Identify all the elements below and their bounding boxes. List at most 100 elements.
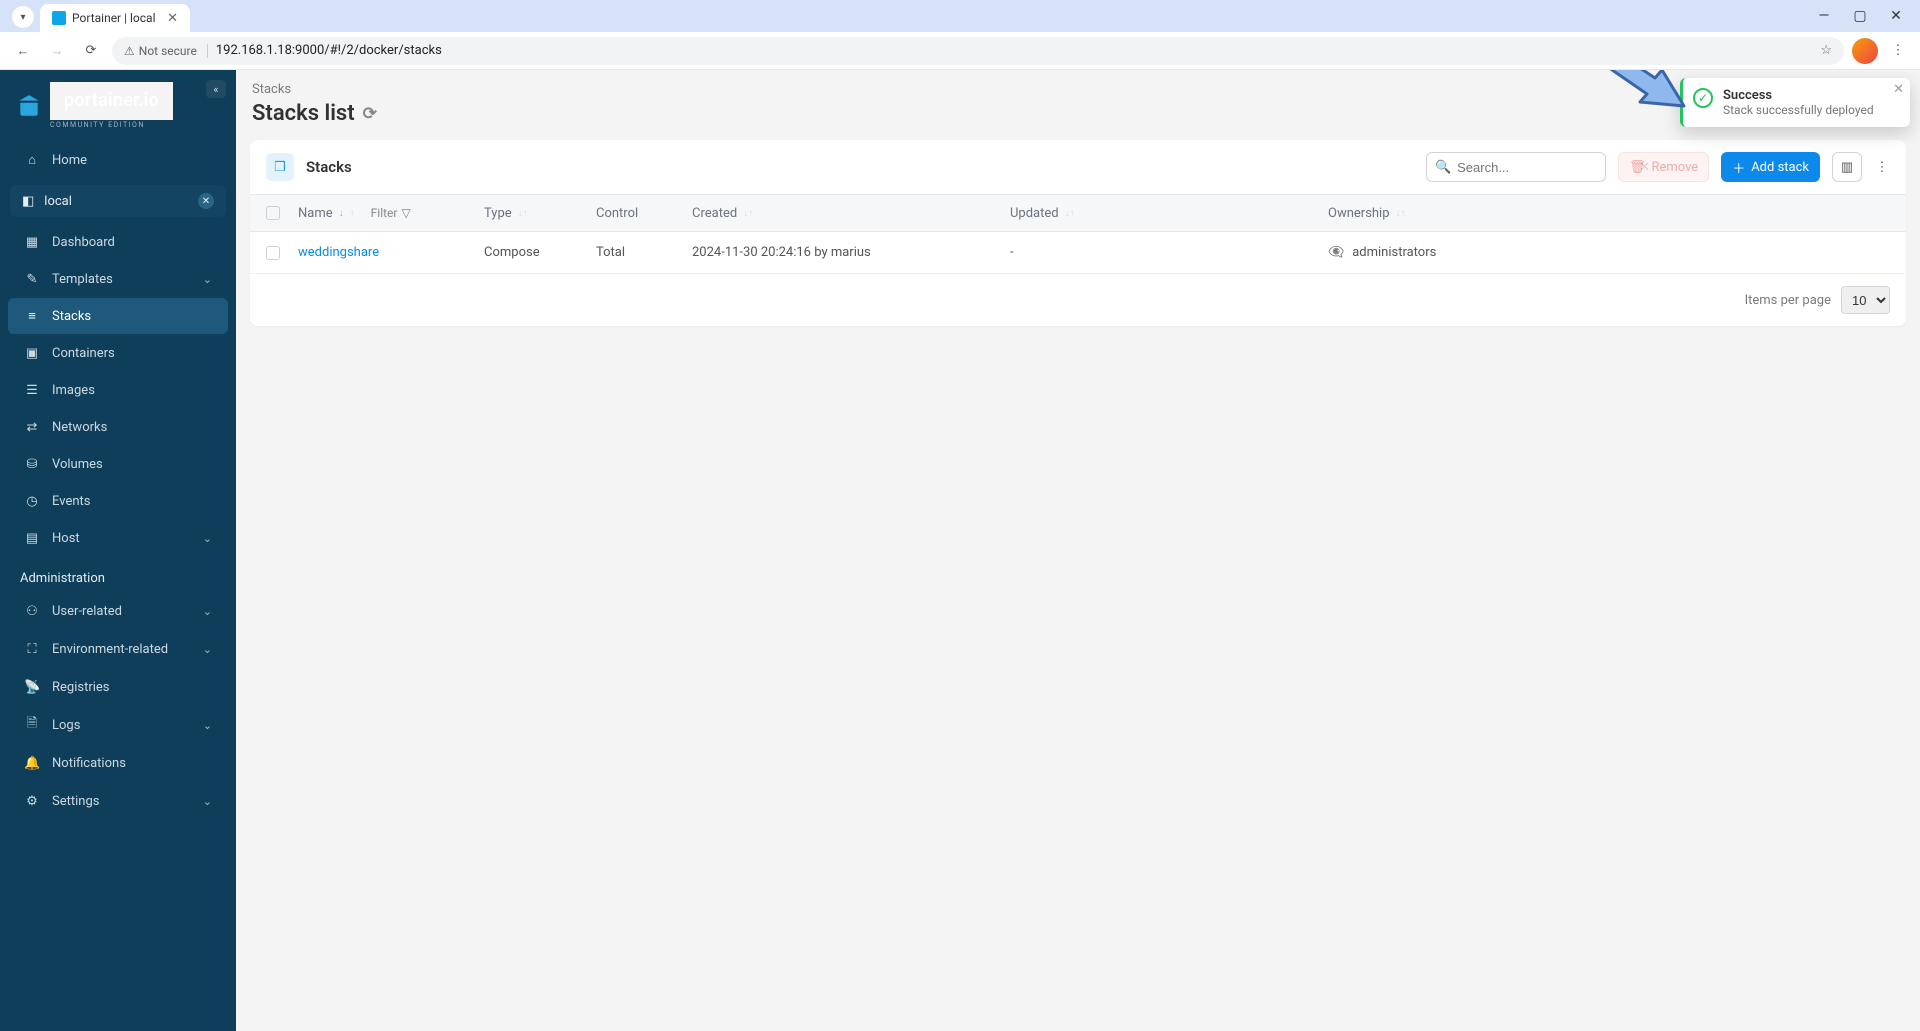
name-filter-button[interactable]: Filter ▽ (371, 206, 411, 220)
templates-icon: ✎ (24, 272, 40, 287)
sidebar-item-logs[interactable]: 🗎 Logs ⌄ (8, 707, 228, 743)
sidebar-item-events[interactable]: ◷ Events (8, 483, 228, 519)
trash-icon: 🗑 (1629, 160, 1646, 175)
col-created[interactable]: Created (692, 206, 737, 221)
sort-icon[interactable]: ↓↑ (1396, 208, 1406, 219)
sidebar-item-label: Notifications (52, 756, 126, 771)
browser-tab[interactable]: Portainer | local ✕ (40, 4, 190, 32)
sidebar-item-notifications[interactable]: 🔔 Notifications (8, 745, 228, 781)
chevron-down-icon: ⌄ (203, 605, 212, 618)
window-maximize-button[interactable]: ▢ (1848, 6, 1872, 26)
chevron-down-icon: ⌄ (203, 719, 212, 732)
browser-toolbar: ← → ⟳ ⚠ Not secure 192.168.1.18:9000/#!/… (0, 32, 1920, 70)
stacks-icon: ≡ (24, 308, 40, 324)
sidebar-item-label: Logs (52, 718, 80, 733)
table-row: weddingshare Compose Total 2024-11-30 20… (250, 232, 1906, 274)
profile-avatar[interactable] (1852, 38, 1878, 64)
stack-link[interactable]: weddingshare (298, 245, 379, 260)
row-updated: - (1010, 245, 1014, 260)
bookmark-star-icon[interactable]: ☆ (1820, 43, 1832, 58)
sidebar-item-label: Images (52, 383, 95, 398)
events-icon: ◷ (24, 494, 40, 509)
security-badge[interactable]: ⚠ Not secure (124, 44, 208, 58)
environment-close-icon[interactable]: ✕ (198, 193, 214, 209)
chevron-down-icon: ⌄ (203, 273, 212, 286)
page-title: Stacks list ⟳ (252, 101, 1906, 126)
nav-back-button[interactable]: ← (10, 38, 36, 64)
add-stack-button[interactable]: ＋ Add stack (1721, 152, 1820, 182)
refresh-icon[interactable]: ⟳ (363, 104, 377, 124)
col-type[interactable]: Type (484, 206, 512, 221)
portainer-favicon (52, 11, 66, 25)
items-per-page-select[interactable]: 10 (1841, 286, 1890, 314)
col-name[interactable]: Name (298, 206, 333, 221)
nav-forward-button[interactable]: → (44, 38, 70, 64)
panel-footer: Items per page 10 (250, 274, 1906, 326)
search-box[interactable]: 🔍 ✕ (1426, 152, 1606, 182)
sort-icon[interactable]: ↓↑ (1065, 208, 1075, 219)
sidebar-item-settings[interactable]: ⚙ Settings ⌄ (8, 783, 228, 819)
row-control: Total (596, 245, 625, 260)
environment-pill[interactable]: ◧ local ✕ (10, 185, 226, 217)
containers-icon: ▣ (24, 346, 40, 361)
sort-desc-icon[interactable]: ↓ (339, 208, 344, 219)
home-icon: ⌂ (24, 152, 40, 168)
chevron-down-icon: ⌄ (203, 532, 212, 545)
remove-button[interactable]: 🗑 Remove (1618, 152, 1709, 182)
sidebar-item-dashboard[interactable]: ▦ Dashboard (8, 224, 228, 260)
search-input[interactable] (1457, 160, 1633, 175)
tab-close-icon[interactable]: ✕ (167, 11, 178, 26)
sidebar-item-label: Networks (52, 420, 107, 435)
col-updated[interactable]: Updated (1010, 206, 1059, 221)
sidebar-item-networks[interactable]: ⇄ Networks (8, 409, 228, 445)
toast-success: ✓ Success Stack successfully deployed ✕ (1680, 78, 1910, 127)
sidebar-item-user-related[interactable]: ⚇ User-related ⌄ (8, 593, 228, 629)
col-control[interactable]: Control (596, 206, 638, 221)
toast-close-icon[interactable]: ✕ (1893, 82, 1904, 97)
sort-icon[interactable]: ↓↑ (743, 208, 753, 219)
sidebar-item-volumes[interactable]: ⛁ Volumes (8, 446, 228, 482)
panel-header: ❒ Stacks 🔍 ✕ 🗑 Remove ＋ Add stack (250, 140, 1906, 194)
stacks-panel: ❒ Stacks 🔍 ✕ 🗑 Remove ＋ Add stack (250, 140, 1906, 326)
brand-edition: Community Edition (50, 122, 173, 129)
sidebar-item-label: Settings (52, 794, 99, 809)
col-ownership[interactable]: Ownership (1328, 206, 1390, 221)
tab-title: Portainer | local (72, 11, 156, 25)
window-close-button[interactable]: ✕ (1884, 6, 1908, 26)
breadcrumb[interactable]: Stacks (252, 82, 1906, 97)
sidebar-item-home[interactable]: ⌂ Home (8, 142, 228, 178)
columns-toggle-button[interactable]: ▥ (1832, 152, 1862, 182)
row-checkbox[interactable] (266, 246, 280, 260)
panel-menu-button[interactable]: ⋮ (1874, 160, 1890, 175)
sidebar-item-registries[interactable]: 📡 Registries (8, 669, 228, 705)
layers-icon: ❒ (266, 153, 294, 181)
sidebar-item-label: User-related (52, 604, 122, 619)
environment-label: local (44, 194, 72, 209)
sidebar-item-templates[interactable]: ✎ Templates ⌄ (8, 261, 228, 297)
nav-reload-button[interactable]: ⟳ (78, 38, 104, 64)
table-header: Name ↓ ↑ Filter ▽ Type ↓↑ Control (250, 194, 1906, 232)
tabs-dropdown-button[interactable]: ▾ (12, 6, 34, 28)
browser-menu-button[interactable]: ⋮ (1886, 39, 1910, 63)
window-minimize-button[interactable]: — (1812, 6, 1836, 26)
sidebar-item-host[interactable]: ▤ Host ⌄ (8, 520, 228, 556)
plus-icon: ＋ (1732, 158, 1745, 177)
address-bar[interactable]: ⚠ Not secure 192.168.1.18:9000/#!/2/dock… (112, 37, 1844, 65)
add-stack-label: Add stack (1751, 160, 1809, 175)
sidebar-item-environment-related[interactable]: ⛶ Environment-related ⌄ (8, 631, 228, 667)
sidebar-item-containers[interactable]: ▣ Containers (8, 335, 228, 371)
toast-subtitle: Stack successfully deployed (1723, 103, 1874, 117)
sidebar-item-stacks[interactable]: ≡ Stacks (8, 298, 228, 334)
sidebar-item-images[interactable]: ☰ Images (8, 372, 228, 408)
restricted-icon: 👁‍🗨 (1328, 245, 1344, 260)
sidebar-collapse-button[interactable]: « (206, 80, 226, 98)
select-all-checkbox[interactable] (266, 206, 280, 220)
sort-asc-icon[interactable]: ↑ (350, 208, 355, 219)
chevron-down-icon: ⌄ (203, 643, 212, 656)
dashboard-icon: ▦ (24, 235, 40, 250)
images-icon: ☰ (24, 383, 40, 398)
row-type: Compose (484, 245, 540, 260)
row-ownership: administrators (1352, 245, 1436, 260)
browser-tab-strip: ▾ Portainer | local ✕ — ▢ ✕ (0, 0, 1920, 32)
sort-icon[interactable]: ↓↑ (518, 208, 528, 219)
